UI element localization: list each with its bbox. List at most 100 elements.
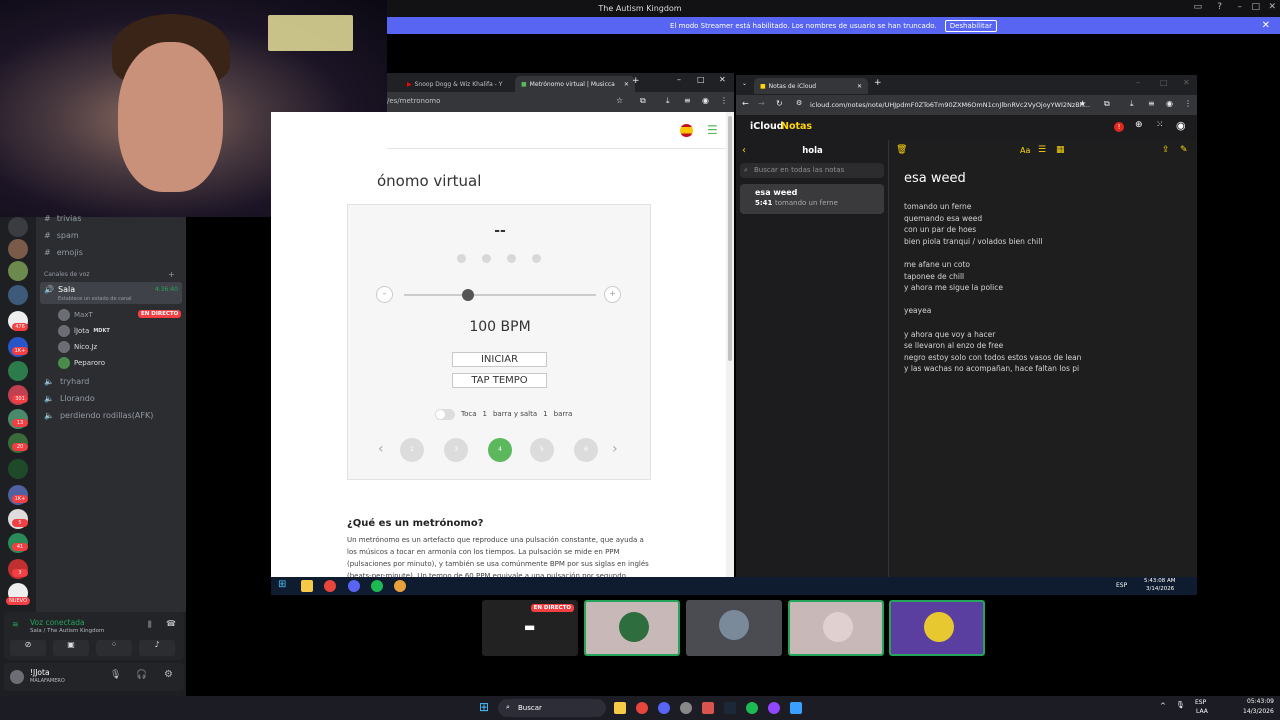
camera-button[interactable]: ⊘	[10, 640, 46, 656]
app-grid-icon[interactable]: ⁙	[1156, 120, 1164, 130]
text-channel[interactable]: # spam	[44, 231, 79, 240]
url-text[interactable]: icloud.com/notes/note/UHJpdmF0ZTo6Tm90ZX…	[810, 101, 1090, 109]
windows-start-icon[interactable]: ⊞	[479, 701, 489, 713]
signal-icon[interactable]: ≋	[12, 620, 19, 629]
stream-tile[interactable]	[788, 600, 884, 656]
tap-tempo-button[interactable]: TAP TEMPO	[452, 373, 547, 388]
maximize-icon[interactable]: □	[1160, 78, 1168, 87]
download-icon[interactable]: ⤓	[666, 96, 670, 106]
close-tab-icon[interactable]: ✕	[857, 83, 862, 90]
steam-icon[interactable]	[724, 702, 736, 714]
menu-dots-icon[interactable]: ⋮	[720, 96, 728, 105]
account-icon[interactable]: ◉	[1176, 119, 1186, 132]
profile-icon[interactable]: ◉	[702, 96, 709, 105]
trash-icon[interactable]: 🗑	[896, 145, 907, 155]
windows-start-icon[interactable]: ⊞	[278, 580, 286, 590]
microphone-icon[interactable]: 🎙	[110, 670, 121, 680]
guild-icon[interactable]	[8, 361, 28, 381]
tab-metronome[interactable]: ■ Metrónomo virtual | Musicca ✕	[515, 76, 635, 92]
screenshare-button[interactable]: ▣	[53, 640, 89, 656]
beats-option-active[interactable]: 4	[488, 438, 512, 462]
language-indicator[interactable]: ESP	[1195, 699, 1206, 706]
icloud-app-name[interactable]: Notas	[781, 121, 812, 132]
app-icon[interactable]	[394, 580, 406, 592]
soundboard-button[interactable]: ♪	[139, 640, 175, 656]
settings-gear-icon[interactable]: ⚙	[164, 669, 173, 680]
voice-user[interactable]: Nico.Jz	[58, 341, 97, 353]
spain-flag-icon[interactable]	[680, 124, 693, 137]
forward-icon[interactable]: →	[758, 99, 765, 108]
share-icon[interactable]: ⇪	[1162, 145, 1170, 155]
voice-channel[interactable]: 🔈 tryhard	[44, 377, 89, 386]
download-icon[interactable]: ⤓	[1130, 99, 1134, 109]
scrollbar-thumb[interactable]	[728, 116, 732, 361]
next-arrow-icon[interactable]: ›	[612, 441, 618, 457]
reload-icon[interactable]: ↻	[776, 99, 783, 108]
spotify-icon[interactable]	[746, 702, 758, 714]
close-banner-icon[interactable]: ✕	[1262, 20, 1270, 31]
format-text-icon[interactable]: Aa	[1020, 146, 1030, 155]
bookmark-star-icon[interactable]: ★	[1079, 99, 1086, 108]
discord-icon[interactable]	[658, 702, 670, 714]
discord-icon[interactable]	[348, 580, 360, 592]
spotify-icon[interactable]	[371, 580, 383, 592]
media-icon[interactable]: ≡	[1148, 99, 1155, 108]
file-explorer-icon[interactable]	[301, 580, 313, 592]
chrome-address-bar[interactable]: /es/metronomo ☆ ⧉ ⤓ ≡ ◉ ⋮	[387, 92, 734, 112]
scrollbar[interactable]	[726, 112, 734, 578]
inbox-icon[interactable]: ▭	[1193, 2, 1202, 12]
icloud-address-bar[interactable]: ← → ↻ ⚙ icloud.com/notes/note/UHJpdmF0ZT…	[736, 95, 1197, 115]
beats-option[interactable]: 2	[400, 438, 424, 462]
avatar[interactable]	[10, 670, 24, 684]
extensions-icon[interactable]: ⧉	[1104, 99, 1110, 109]
voice-category[interactable]: Canales de voz	[44, 271, 90, 278]
chrome-icon[interactable]	[324, 580, 336, 592]
keyboard-layout[interactable]: LAA	[1196, 708, 1208, 715]
note-list-item[interactable]: esa weed 5:41 tomando un ferne	[740, 184, 884, 214]
site-info-icon[interactable]: ⚙	[796, 99, 802, 107]
maximize-icon[interactable]: □	[1251, 2, 1260, 12]
prev-arrow-icon[interactable]: ‹	[378, 441, 384, 457]
new-tab-icon[interactable]: +	[874, 78, 882, 88]
tray-chevron-icon[interactable]: ^	[1160, 702, 1166, 710]
disable-streamer-button[interactable]: Deshabilitar	[944, 19, 997, 32]
disconnect-icon[interactable]: ☎	[166, 619, 176, 628]
tempo-slider[interactable]	[404, 294, 596, 296]
stream-tile[interactable]	[686, 600, 782, 656]
menu-dots-icon[interactable]: ⋮	[1184, 99, 1192, 108]
tempo-slider-thumb[interactable]	[462, 289, 474, 301]
noise-suppression-icon[interactable]: ⫼	[148, 620, 152, 630]
tab-icloud-notes[interactable]: ■ Notas de iCloud ✕	[754, 78, 868, 94]
notepad-icon[interactable]	[790, 702, 802, 714]
stream-tile-live[interactable]: EN DIRECTO ▬	[482, 600, 578, 656]
chrome-icon[interactable]	[636, 702, 648, 714]
channel-status[interactable]: Establece un estado de canal	[58, 296, 132, 302]
file-explorer-icon[interactable]	[614, 702, 626, 714]
compose-icon[interactable]: ✎	[1180, 145, 1188, 155]
notes-search-input[interactable]: ⌕ Buscar en todas las notas	[740, 163, 884, 178]
extensions-icon[interactable]: ⧉	[640, 96, 646, 106]
help-icon[interactable]: ?	[1217, 2, 1222, 12]
tempo-increase-button[interactable]: +	[604, 286, 621, 303]
language-indicator[interactable]: ESP	[1116, 582, 1127, 589]
text-channel[interactable]: # trivias	[44, 214, 81, 223]
minimize-icon[interactable]: –	[1136, 78, 1140, 87]
new-tab-icon[interactable]: +	[632, 76, 640, 86]
microphone-icon[interactable]: 🎙	[1176, 701, 1185, 709]
back-icon[interactable]: ←	[742, 99, 749, 108]
activities-button[interactable]: ⁘	[96, 640, 132, 656]
guild-icon[interactable]	[8, 285, 28, 305]
close-icon[interactable]: ✕	[719, 75, 726, 84]
add-channel-icon[interactable]: +	[168, 270, 175, 279]
minimize-icon[interactable]: –	[1238, 2, 1243, 12]
tempo-decrease-button[interactable]: –	[376, 286, 393, 303]
beats-option[interactable]: 5	[530, 438, 554, 462]
voice-user[interactable]: Peparoro	[58, 357, 105, 369]
bookmark-star-icon[interactable]: ☆	[616, 96, 623, 105]
guild-icon[interactable]	[8, 459, 28, 479]
stream-tile[interactable]	[584, 600, 680, 656]
voice-user[interactable]: lJota MDKT	[58, 325, 110, 337]
voice-channel[interactable]: 🔈 perdiendo rodillas(AFK)	[44, 411, 153, 420]
guild-icon[interactable]	[8, 239, 28, 259]
guild-icon[interactable]	[8, 261, 28, 281]
